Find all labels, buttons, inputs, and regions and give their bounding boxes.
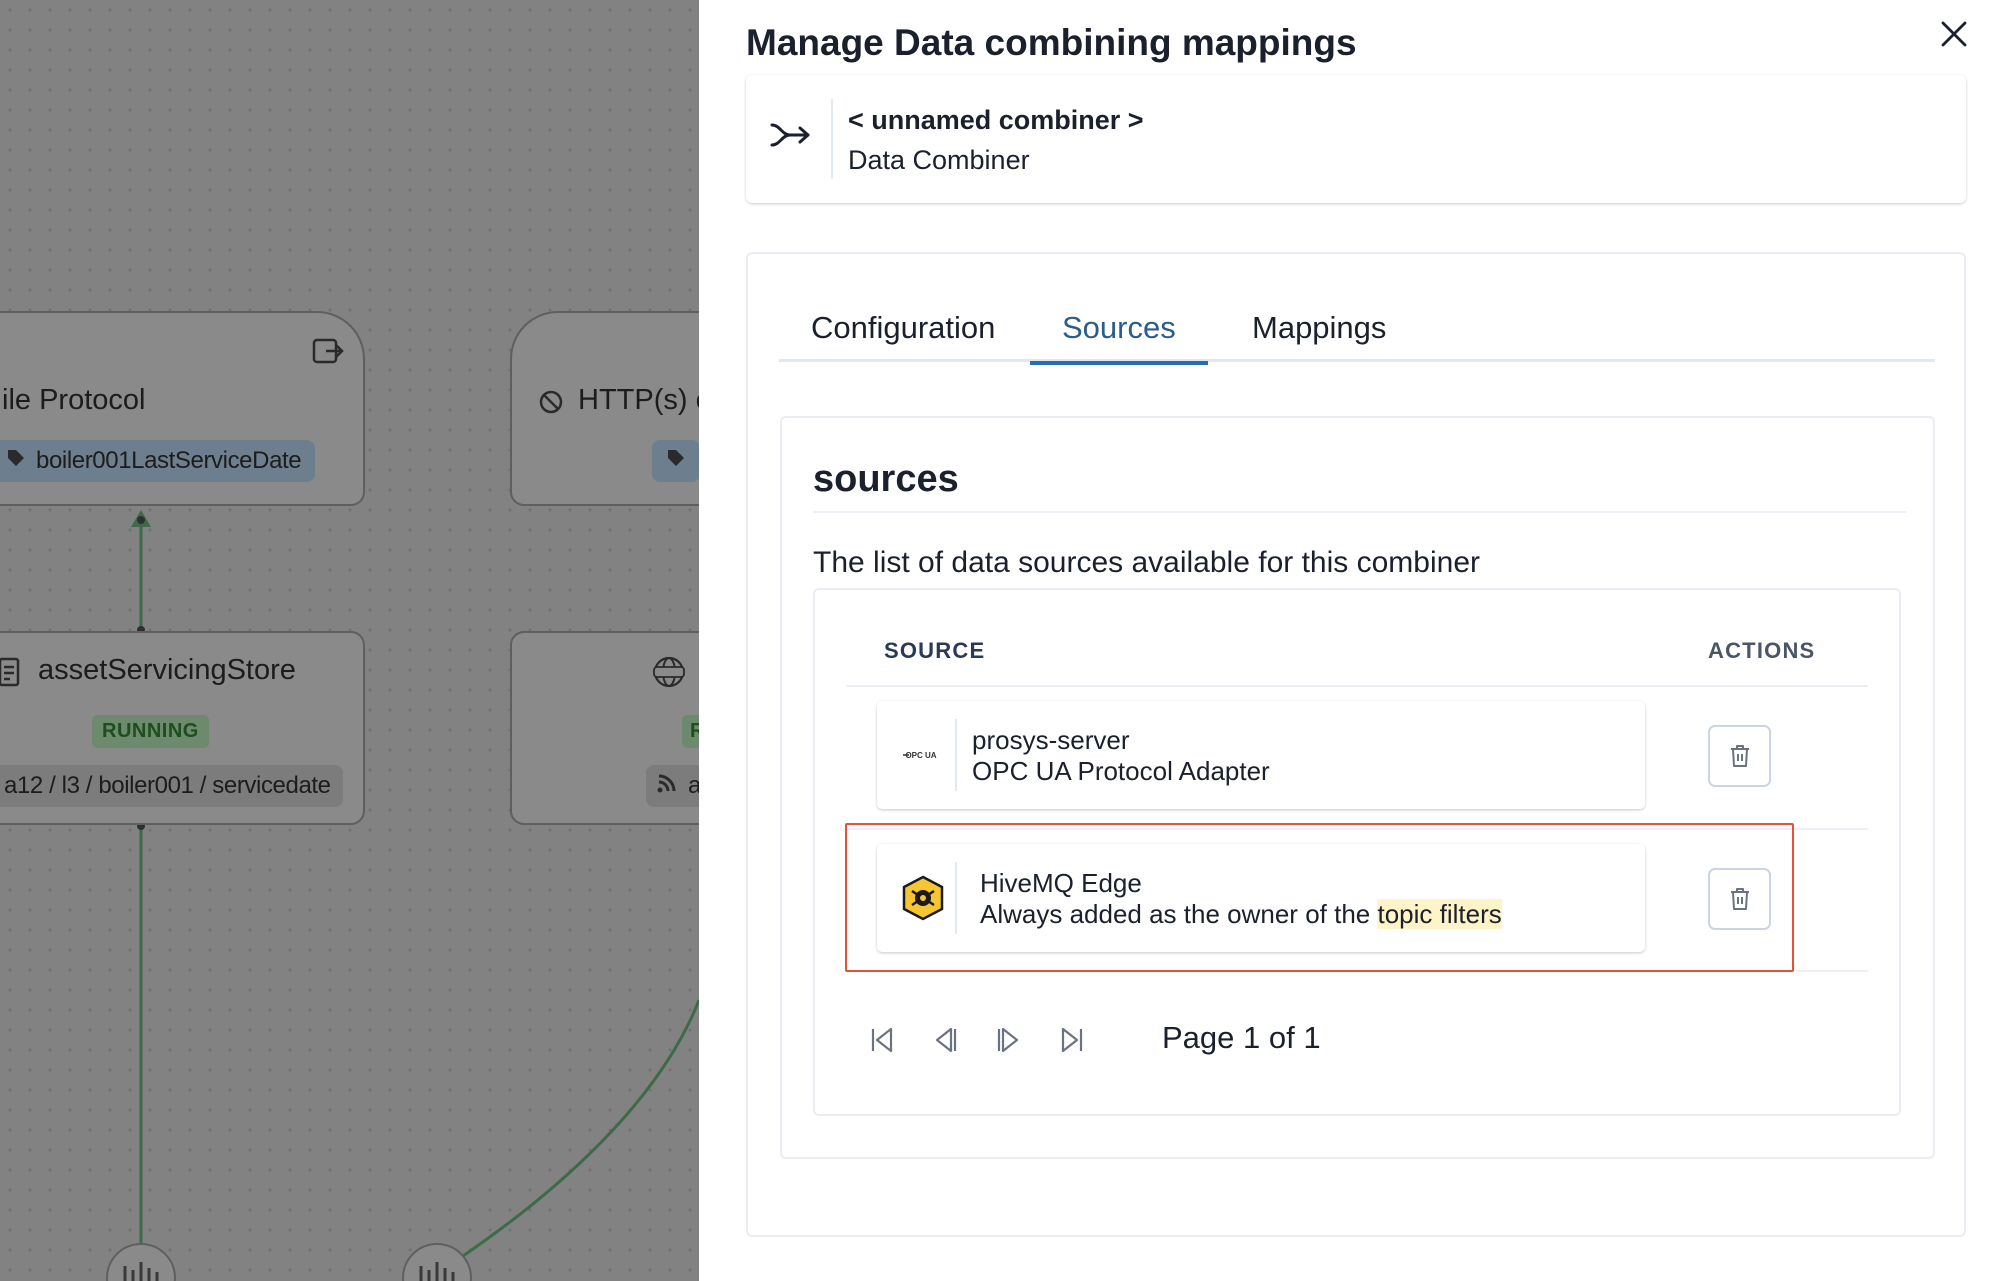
annotation-highlight-box: [845, 823, 1794, 972]
edge-curve: [459, 999, 699, 1260]
tag-icon: [666, 447, 686, 475]
topic-label: a: [688, 772, 699, 799]
sources-table: SOURCE ACTIONS OPC UA prosys-server OPC …: [813, 588, 1901, 1116]
next-page-button[interactable]: [989, 1020, 1029, 1060]
header-divider: [846, 685, 1868, 687]
last-page-button[interactable]: [1052, 1020, 1092, 1060]
close-icon: [1941, 21, 1967, 47]
asset-servicing-store-node[interactable]: assetServicingStore RUNNING a12 / l3 / b…: [0, 631, 365, 825]
http-globe-icon: [650, 655, 688, 694]
topic-chip: a: [646, 765, 699, 807]
tab-sources[interactable]: Sources: [1030, 300, 1208, 365]
output-icon: [312, 337, 344, 370]
delete-source-button[interactable]: [1708, 725, 1771, 787]
topic-chip: a12 / l3 / boiler001 / servicedate: [0, 765, 343, 807]
http-adapter-node[interactable]: HTTP(s) c: [510, 311, 699, 506]
sources-heading: sources: [813, 458, 1906, 513]
combine-arrow-icon: [770, 119, 812, 156]
edge-handle: [137, 516, 145, 524]
datastore-icon: [0, 657, 20, 692]
previous-page-button[interactable]: [925, 1020, 965, 1060]
opc-ua-logo: OPC UA: [897, 731, 945, 779]
svg-text:OPC UA: OPC UA: [905, 751, 936, 760]
divider: [831, 99, 833, 179]
source-description: OPC UA Protocol Adapter: [972, 756, 1270, 786]
close-button[interactable]: [1934, 14, 1974, 54]
http-icon: [538, 389, 564, 420]
node-title: assetServicingStore: [38, 654, 296, 686]
sources-panel: sources The list of data sources availab…: [780, 416, 1935, 1159]
protocol-adapter-node[interactable]: ile Protocol boiler001LastServiceDate: [0, 311, 365, 506]
source-row-prosys-server[interactable]: OPC UA prosys-server OPC UA Protocol Ada…: [877, 701, 1645, 809]
previous-page-icon: [935, 1027, 957, 1053]
tab-list: Configuration Sources Mappings: [779, 300, 1935, 365]
drawer-title: Manage Data combining mappings: [746, 22, 1357, 63]
combiner-summary-card: < unnamed combiner > Data Combiner: [746, 75, 1966, 203]
last-page-icon: [1061, 1027, 1083, 1053]
trash-icon: [1730, 745, 1749, 767]
first-page-icon: [871, 1027, 893, 1053]
source-name: prosys-server: [972, 725, 1130, 755]
combiner-type: Data Combiner: [848, 145, 1030, 175]
tab-mappings[interactable]: Mappings: [1220, 300, 1418, 362]
column-header-actions: ACTIONS: [1708, 638, 1816, 663]
workspace-canvas[interactable]: ile Protocol boiler001LastServiceDate HT…: [0, 0, 699, 1281]
combiner-name: < unnamed combiner >: [848, 105, 1144, 135]
tab-configuration[interactable]: Configuration: [779, 300, 1027, 362]
first-page-button[interactable]: [862, 1020, 902, 1060]
topic-label: a12 / l3 / boiler001 / servicedate: [4, 772, 331, 799]
combiner-editor-card: Configuration Sources Mappings sources T…: [746, 252, 1966, 1237]
sources-description: The list of data sources available for t…: [813, 546, 1480, 579]
next-page-icon: [997, 1027, 1019, 1053]
rss-icon: [656, 772, 678, 801]
http-bridge-node[interactable]: R a: [510, 631, 699, 825]
tag-chip: boiler001LastServiceDate: [0, 440, 316, 482]
status-badge: R: [682, 715, 699, 748]
status-badge: RUNNING: [92, 715, 209, 748]
tag-chip: [652, 440, 699, 482]
tag-label: boiler001LastServiceDate: [36, 447, 302, 474]
node-title: HTTP(s) c: [578, 384, 699, 416]
divider: [955, 719, 957, 791]
tag-icon: [6, 447, 26, 475]
manage-mappings-drawer: Manage Data combining mappings < unnamed…: [699, 0, 1999, 1281]
page-indicator: Page 1 of 1: [1162, 1020, 1321, 1055]
node-title: ile Protocol: [2, 384, 146, 416]
column-header-source[interactable]: SOURCE: [884, 638, 985, 664]
